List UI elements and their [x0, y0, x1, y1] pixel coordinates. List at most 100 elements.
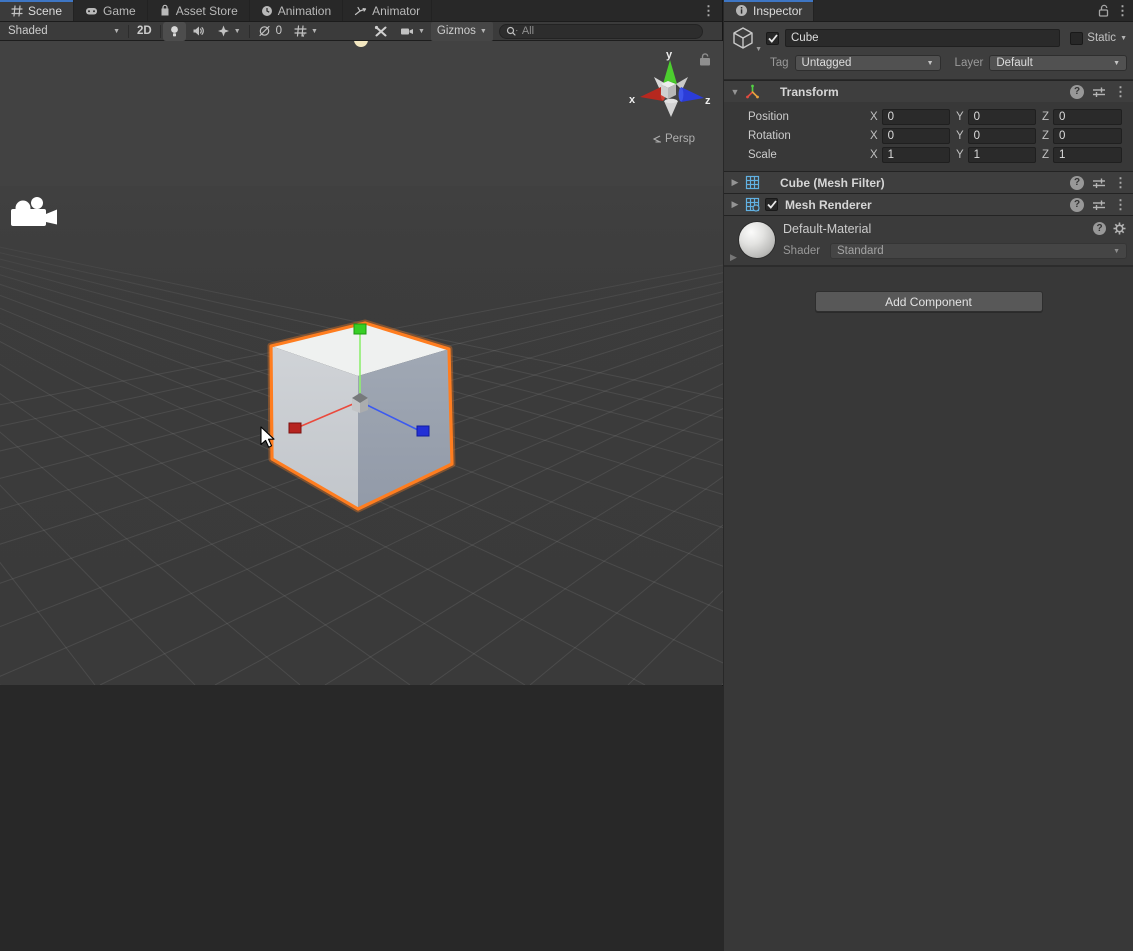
lock-icon[interactable] [700, 54, 710, 66]
selected-cube[interactable] [271, 323, 452, 509]
material-block: Default-Material ? Shader Standard ▼ ▶ [724, 215, 1133, 265]
component-tools-button[interactable] [368, 22, 394, 41]
visibility-off-icon [258, 25, 272, 37]
tag-dropdown[interactable]: Untagged ▼ [795, 55, 941, 71]
axis-y-label: y [666, 49, 673, 61]
material-preview-sphere[interactable] [739, 222, 775, 258]
tab-label: Inspector [753, 4, 802, 18]
scene-viewport[interactable]: y x z [0, 41, 723, 685]
projection-toggle[interactable]: Persp [652, 133, 695, 145]
scene-tabbar: Scene Game Asset Store Animation Animato… [0, 0, 722, 22]
scene-panel-menu-icon[interactable]: ⋮ [695, 0, 722, 21]
tab-label: Asset Store [176, 4, 238, 18]
inspector-menu-icon[interactable]: ⋮ [1116, 3, 1129, 19]
animator-icon [354, 5, 367, 17]
material-foldout-icon[interactable]: ▶ [730, 252, 737, 263]
kebab-icon[interactable]: ⋮ [1114, 84, 1127, 100]
presets-sliders-icon[interactable] [1092, 199, 1106, 211]
rotation-x-field[interactable] [882, 128, 950, 144]
material-name: Default-Material [783, 222, 871, 236]
tab-label: Animator [372, 4, 420, 18]
kebab-icon[interactable]: ⋮ [1114, 197, 1127, 213]
shopping-bag-icon [159, 4, 171, 17]
help-icon[interactable]: ? [1070, 85, 1084, 99]
tab-animation[interactable]: Animation [250, 0, 343, 21]
shader-label: Shader [783, 245, 820, 257]
static-checkbox[interactable] [1070, 32, 1083, 45]
kebab-icon[interactable]: ⋮ [1114, 175, 1127, 191]
tab-label: Game [103, 4, 136, 18]
component-title: Cube (Mesh Filter) [780, 176, 885, 190]
component-title: Mesh Renderer [785, 198, 872, 212]
position-z-field[interactable] [1053, 109, 1122, 125]
mesh-renderer-enabled-checkbox[interactable] [765, 198, 778, 211]
help-icon[interactable]: ? [1093, 222, 1106, 235]
rotation-y-field[interactable] [968, 128, 1036, 144]
layer-dropdown[interactable]: Default ▼ [989, 55, 1127, 71]
chevron-down-icon[interactable]: ▼ [755, 46, 762, 53]
scale-gizmo-z-handle[interactable] [417, 426, 429, 436]
scale-y-field[interactable] [968, 147, 1036, 163]
foldout-closed-icon[interactable]: ▶ [730, 177, 740, 188]
light-gizmo-icon[interactable] [354, 41, 368, 47]
active-checkbox[interactable] [766, 32, 779, 45]
scale-gizmo-y-handle[interactable] [354, 324, 366, 334]
position-label: Position [726, 111, 870, 123]
position-y-field[interactable] [968, 109, 1036, 125]
projection-label: Persp [665, 133, 695, 145]
presets-sliders-icon[interactable] [1092, 86, 1106, 98]
toggle-2d-button[interactable]: 2D [131, 22, 158, 41]
gizmos-dropdown[interactable]: Gizmos ▼ [431, 22, 493, 41]
camera-settings-dropdown[interactable]: ▼ [394, 22, 431, 41]
lock-open-icon[interactable] [1097, 4, 1110, 18]
help-icon[interactable]: ? [1070, 176, 1084, 190]
shading-mode-dropdown[interactable]: Shaded ▼ [2, 22, 126, 41]
mesh-filter-header[interactable]: ▶ Cube (Mesh Filter) ? ⋮ [724, 171, 1133, 193]
shader-dropdown[interactable]: Standard ▼ [830, 243, 1127, 259]
tab-inspector[interactable]: Inspector [724, 0, 814, 21]
scale-z-field[interactable] [1053, 147, 1122, 163]
mesh-renderer-header[interactable]: ▶ Mesh Renderer ? ⋮ [724, 193, 1133, 215]
scene-search-input[interactable] [522, 25, 696, 37]
cube-icon[interactable] [730, 25, 756, 51]
static-flags-dropdown-icon[interactable]: ▼ [1120, 35, 1127, 42]
presets-sliders-icon[interactable] [1092, 177, 1106, 189]
tab-scene[interactable]: Scene [0, 0, 74, 21]
scene-visibility-button[interactable]: 0 [252, 22, 288, 41]
static-label: Static [1087, 32, 1116, 44]
audio-speaker-icon [192, 25, 205, 37]
audio-toggle-button[interactable] [186, 22, 211, 41]
inspector-body: Add Component [724, 265, 1133, 951]
scale-gizmo-x-handle[interactable] [289, 423, 301, 433]
tab-game[interactable]: Game [74, 0, 148, 21]
rotation-z-field[interactable] [1053, 128, 1122, 144]
scale-x-field[interactable] [882, 147, 950, 163]
transform-header[interactable]: ▼ Transform ? ⋮ [724, 80, 1133, 102]
lighting-toggle-button[interactable] [163, 22, 186, 41]
axis-x-label: x [629, 94, 636, 106]
layer-label: Layer [955, 57, 984, 69]
axis-z-label: z [705, 95, 711, 107]
gear-icon[interactable] [1113, 222, 1126, 235]
effects-sparkle-icon [217, 25, 230, 37]
effects-dropdown-button[interactable]: ▼ [211, 22, 247, 41]
grid-settings-dropdown[interactable]: y ▼ [288, 22, 324, 41]
gameobject-name-field[interactable] [785, 29, 1060, 47]
position-x-field[interactable] [882, 109, 950, 125]
chevron-down-icon: ▼ [311, 28, 318, 35]
orientation-gizmo[interactable]: y x z [629, 49, 711, 117]
tab-animator[interactable]: Animator [343, 0, 432, 21]
help-icon[interactable]: ? [1070, 198, 1084, 212]
tab-label: Scene [28, 4, 62, 18]
tag-value: Untagged [802, 57, 852, 69]
mesh-renderer-grid-icon [745, 197, 760, 212]
foldout-closed-icon[interactable]: ▶ [730, 199, 740, 210]
add-component-button[interactable]: Add Component [815, 291, 1043, 312]
grid-hash-icon [11, 5, 23, 17]
tab-asset-store[interactable]: Asset Store [148, 0, 250, 21]
persp-chevron-icon [652, 134, 662, 144]
foldout-open-icon[interactable]: ▼ [730, 87, 740, 97]
mesh-filter-grid-icon [745, 175, 760, 190]
scene-search-field[interactable] [499, 24, 703, 39]
clock-icon [261, 5, 273, 17]
